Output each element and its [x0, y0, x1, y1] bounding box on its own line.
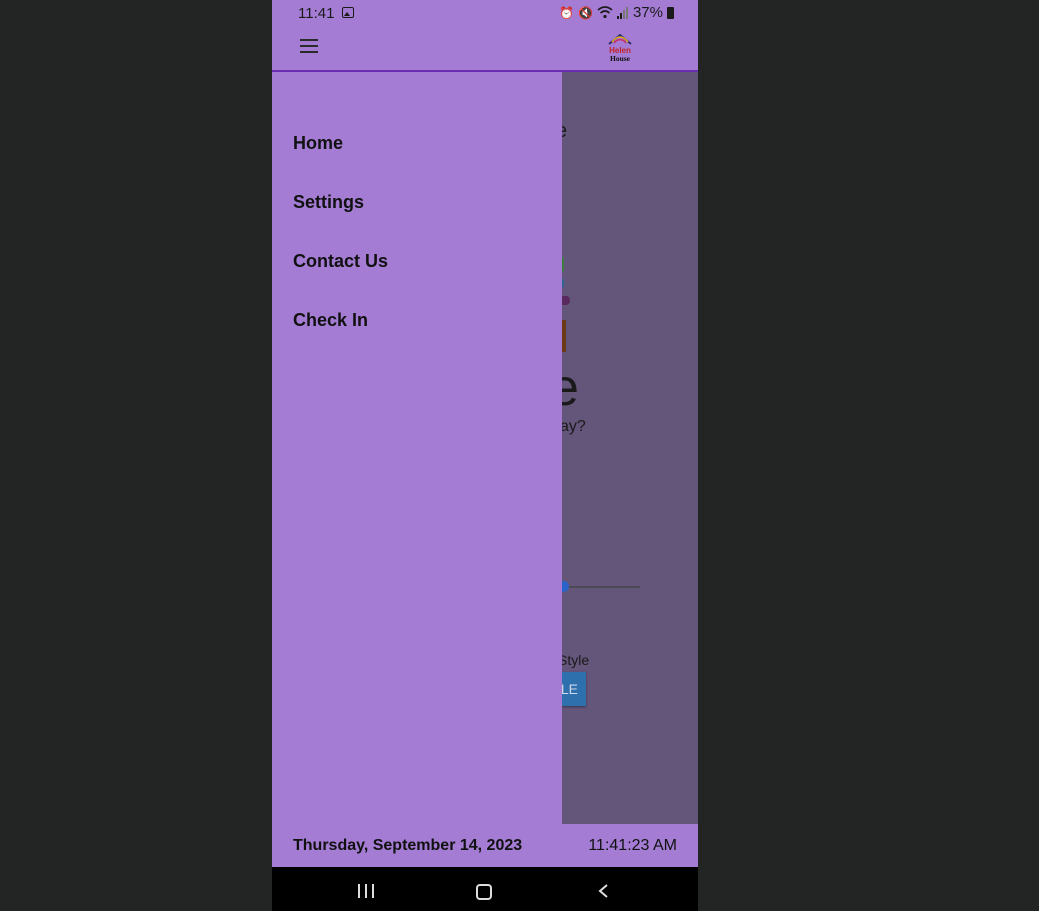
- helen-house-logo[interactable]: Helen House: [606, 32, 634, 64]
- navigation-drawer: Home Settings Contact Us Check In: [272, 72, 562, 824]
- system-nav-bar: [272, 867, 698, 911]
- wifi-icon: [597, 6, 613, 19]
- footer-time: 11:41:23 AM: [588, 837, 677, 854]
- background-big-text-fragment: e: [562, 359, 579, 417]
- logo-text-house: House: [610, 54, 631, 63]
- recent-apps-icon[interactable]: [358, 884, 374, 898]
- background-slider-track: [562, 586, 640, 588]
- back-icon[interactable]: [598, 884, 608, 898]
- background-button-label: LE: [562, 681, 578, 697]
- phone-screen: 11:41 ⏰ 🔇 37% Helen House e ay? Style LE…: [272, 0, 698, 911]
- home-icon[interactable]: [476, 884, 492, 900]
- footer-bar: Thursday, September 14, 2023 11:41:23 AM: [272, 824, 698, 868]
- background-text-fragment: e: [562, 120, 567, 143]
- background-slider-thumb: [562, 581, 569, 592]
- battery-icon: [667, 6, 674, 19]
- drawer-item-contact-us[interactable]: Contact Us: [293, 251, 388, 272]
- footer-date: Thursday, September 14, 2023: [293, 837, 523, 854]
- background-style-label: Style: [562, 652, 590, 668]
- drawer-item-home[interactable]: Home: [293, 133, 343, 154]
- status-bar: 11:41 ⏰ 🔇 37%: [272, 0, 698, 26]
- hamburger-icon[interactable]: [300, 39, 318, 53]
- main-content: e e ay? Style LE Home Settings Contact U…: [272, 72, 698, 824]
- alarm-icon: ⏰: [559, 5, 575, 20]
- gallery-icon: [342, 7, 354, 18]
- mute-icon: 🔇: [578, 5, 593, 20]
- background-button: LE: [562, 672, 586, 706]
- app-bar: Helen House: [272, 26, 698, 72]
- status-icons: ⏰ 🔇 37%: [559, 4, 674, 21]
- battery-percent: 37%: [632, 4, 663, 21]
- background-question-fragment: ay?: [562, 418, 586, 435]
- signal-icon: [616, 6, 628, 19]
- drawer-item-check-in[interactable]: Check In: [293, 310, 368, 331]
- drawer-item-settings[interactable]: Settings: [293, 192, 364, 213]
- status-time: 11:41: [298, 5, 335, 22]
- background-logo-fragment: [562, 256, 570, 352]
- drawer-scrim[interactable]: e e ay? Style LE: [562, 72, 698, 824]
